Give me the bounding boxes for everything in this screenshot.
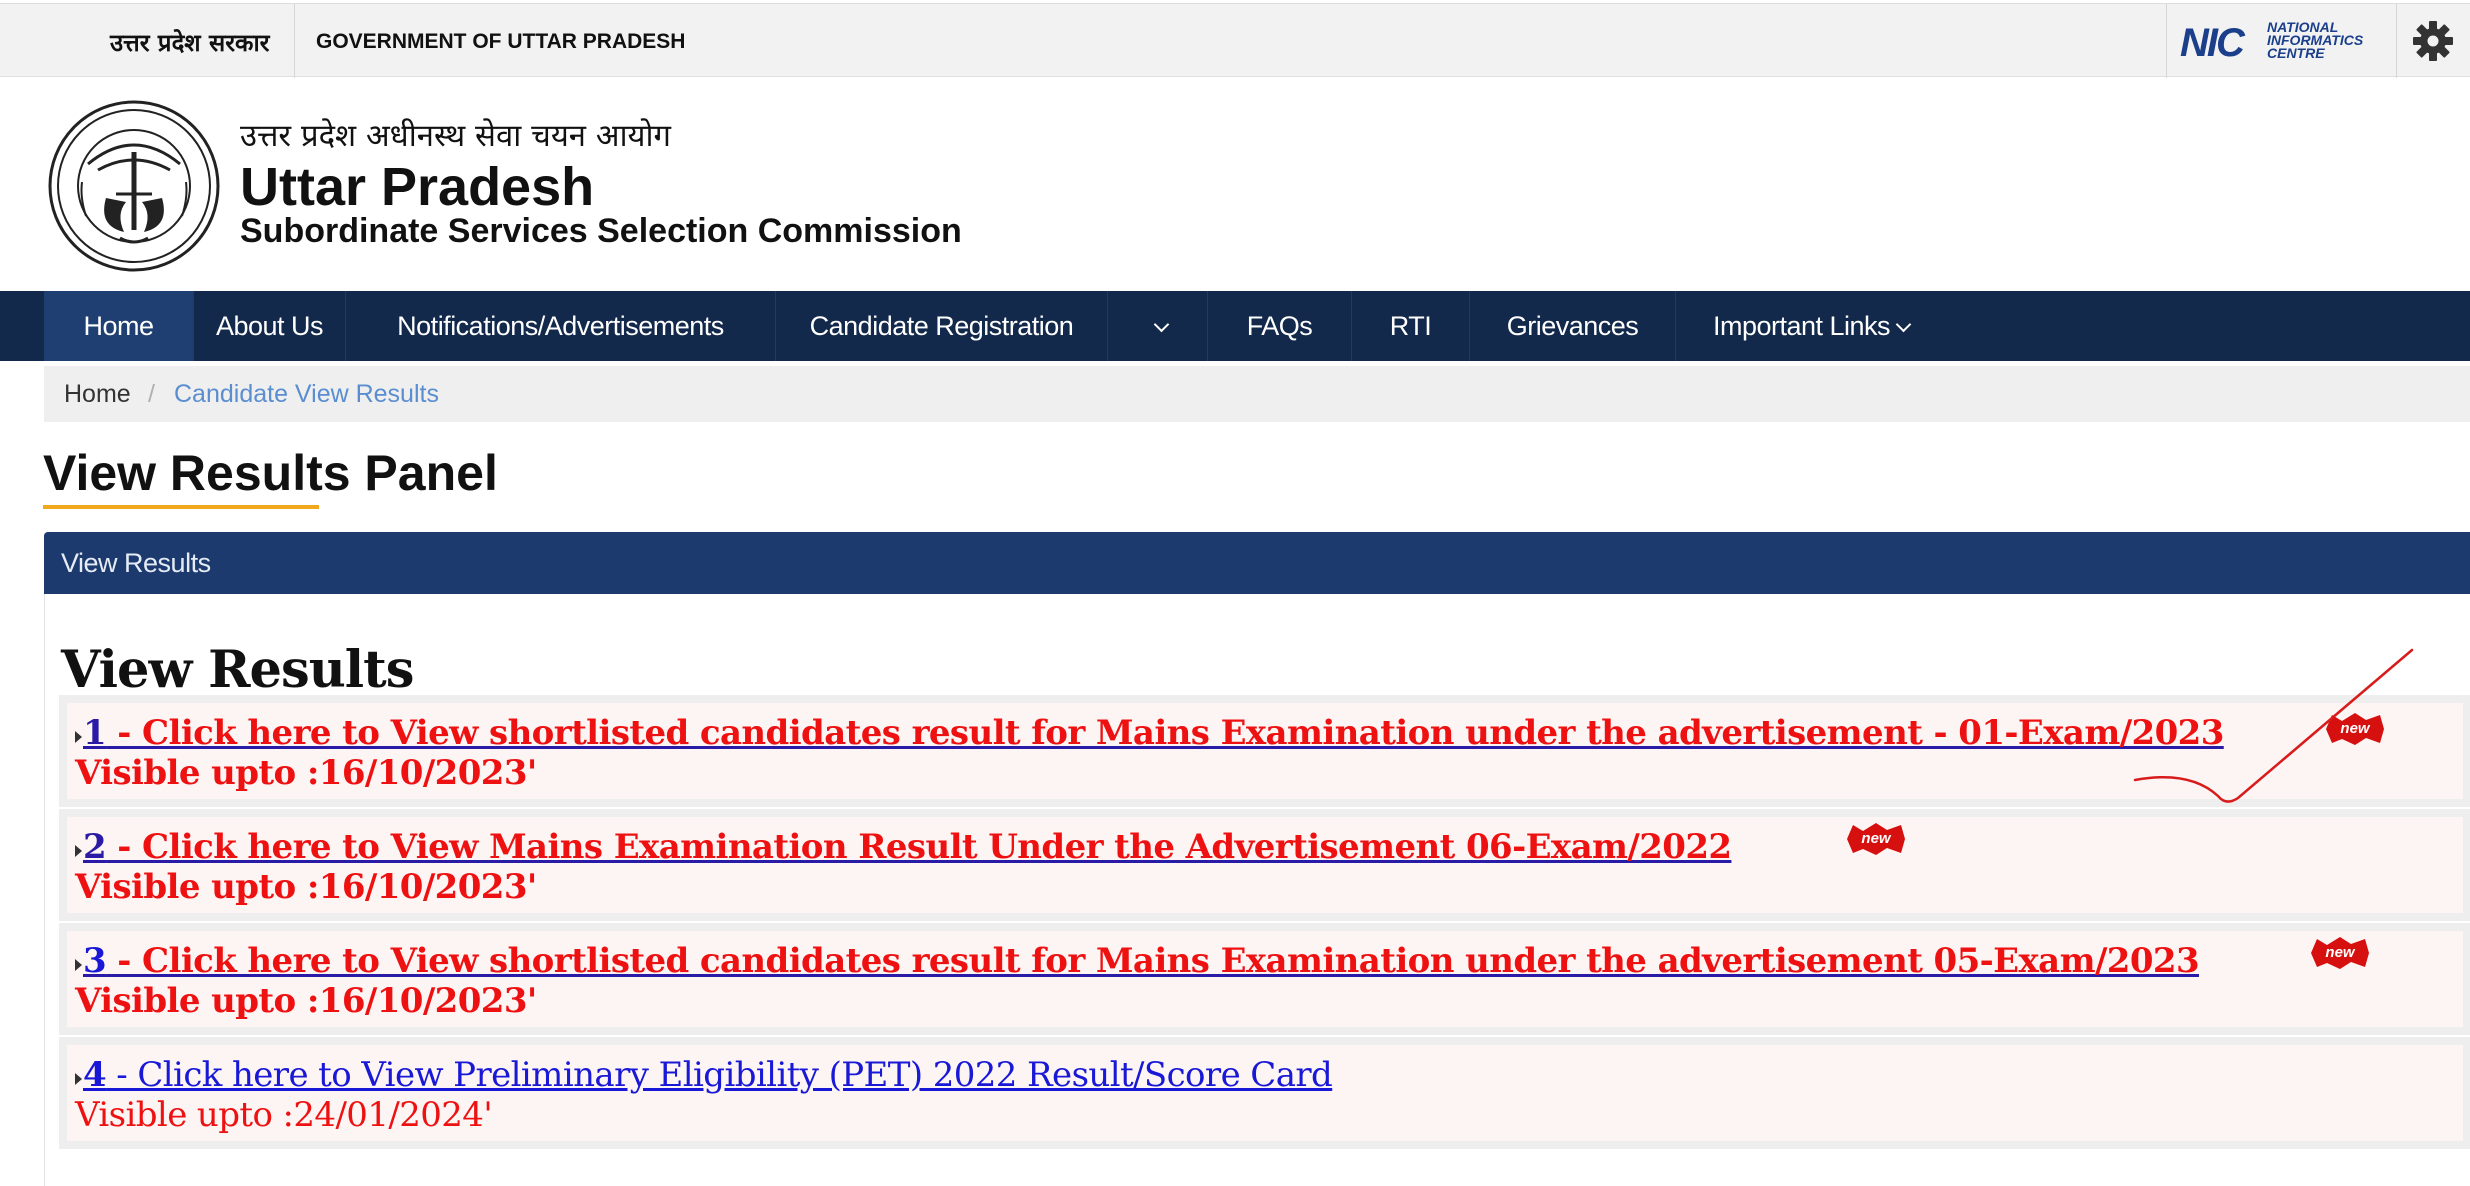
result-link[interactable]: 3 - Click here to View shortlisted candi… (83, 941, 2200, 981)
government-hindi-label: उत्तर प्रदेश सरकार (110, 29, 270, 57)
panel-header-label: View Results (61, 548, 211, 578)
visible-until-text: Visible upto :24/01/2024' (75, 1095, 493, 1135)
nav-item-label: Important Links (1712, 311, 1891, 341)
nic-text-line: CENTRE (2267, 45, 2325, 61)
breadcrumb: Home / Candidate View Results (44, 366, 2470, 422)
chevron-down-icon (1153, 316, 1170, 333)
chevron-down-icon (1895, 316, 1912, 333)
nav-item-home[interactable]: Home (44, 291, 194, 361)
bullet-triangle-icon (75, 731, 82, 743)
nav-item-grievances[interactable]: Grievances (1470, 291, 1676, 361)
panel-body: View Results 1 - Click here to View shor… (44, 594, 2470, 1186)
result-number: 3 (83, 941, 107, 981)
new-badge-text: new (2325, 944, 2356, 961)
breadcrumb-home-link[interactable]: Home (64, 380, 131, 409)
nav-item-faqs[interactable]: FAQs (1208, 291, 1352, 361)
site-subtitle: Subordinate Services Selection Commissio… (240, 212, 962, 250)
new-badge-icon: new (1847, 823, 1905, 855)
visible-until-text: Visible upto :16/10/2023' (75, 867, 537, 907)
page-title: View Results Panel (43, 445, 498, 501)
nav-item-label: Candidate Registration (809, 311, 1074, 341)
new-badge-text: new (1861, 830, 1892, 847)
page: उत्तर प्रदेश सरकार GOVERNMENT OF UTTAR P… (0, 0, 2470, 1186)
divider (2166, 4, 2167, 78)
result-link-text: - Click here to View Mains Examination R… (106, 827, 1732, 867)
visible-until-text: Visible upto :16/10/2023' (75, 981, 537, 1021)
divider (294, 4, 295, 78)
nic-logo-mark: NIC (2180, 21, 2245, 65)
new-badge-icon: new (2311, 937, 2369, 969)
nav-item-label: RTI (1389, 311, 1432, 341)
nav-item-about-us[interactable]: About Us (194, 291, 346, 361)
result-number: 2 (83, 827, 107, 867)
nav-item-notifications[interactable]: Notifications/Advertisements (346, 291, 776, 361)
nav-item-label: About Us (215, 311, 324, 341)
nav-item-label: Home (83, 311, 154, 341)
nav-item-more-dropdown[interactable] (1108, 291, 1208, 361)
main-navigation: Home About Us Notifications/Advertisemen… (0, 291, 2470, 361)
breadcrumb-separator: / (148, 380, 155, 408)
result-item: 2 - Click here to View Mains Examination… (59, 809, 2470, 921)
nav-item-candidate-registration[interactable]: Candidate Registration (776, 291, 1108, 361)
result-link-text: - Click here to View Preliminary Eligibi… (106, 1055, 1333, 1095)
site-title[interactable]: Uttar Pradesh (240, 156, 594, 218)
bullet-triangle-icon (75, 1073, 82, 1085)
commission-title-hindi: उत्तर प्रदेश अधीनस्थ सेवा चयन आयोग (240, 118, 672, 154)
gear-icon[interactable] (2410, 18, 2456, 64)
nav-item-rti[interactable]: RTI (1352, 291, 1470, 361)
result-number: 1 (83, 713, 107, 753)
result-link-text: - Click here to View shortlisted candida… (106, 941, 2199, 981)
checkmark-annotation-icon (2133, 648, 2414, 803)
bullet-triangle-icon (75, 845, 82, 857)
divider (2396, 4, 2397, 78)
government-english-label: GOVERNMENT OF UTTAR PRADESH (316, 30, 686, 53)
title-underline (43, 505, 319, 509)
state-emblem-icon[interactable] (46, 98, 222, 274)
result-link-text: - Click here to View shortlisted candida… (106, 713, 2224, 753)
top-bar: उत्तर प्रदेश सरकार GOVERNMENT OF UTTAR P… (0, 3, 2470, 78)
nic-logo[interactable]: NIC NATIONAL INFORMATICS CENTRE (2180, 18, 2380, 65)
result-link[interactable]: 2 - Click here to View Mains Examination… (83, 827, 1732, 867)
nav-item-label: FAQs (1246, 311, 1313, 341)
panel-header: View Results (44, 532, 2470, 594)
nav-item-label: Notifications/Advertisements (397, 311, 724, 341)
result-link[interactable]: 4 - Click here to View Preliminary Eligi… (83, 1055, 1333, 1095)
result-link[interactable]: 1 - Click here to View shortlisted candi… (83, 713, 2224, 753)
result-number: 4 (83, 1055, 107, 1095)
results-heading: View Results (61, 640, 414, 700)
result-item: 1 - Click here to View shortlisted candi… (59, 695, 2470, 807)
nav-item-important-links[interactable]: Important Links (1676, 291, 1946, 361)
result-item: 4 - Click here to View Preliminary Eligi… (59, 1037, 2470, 1149)
breadcrumb-current: Candidate View Results (174, 380, 439, 408)
result-item: 3 - Click here to View shortlisted candi… (59, 923, 2470, 1035)
visible-until-text: Visible upto :16/10/2023' (75, 753, 537, 793)
nic-logo-text: NATIONAL INFORMATICS CENTRE (2267, 20, 2363, 61)
bullet-triangle-icon (75, 959, 82, 971)
nav-item-label: Grievances (1506, 311, 1639, 341)
